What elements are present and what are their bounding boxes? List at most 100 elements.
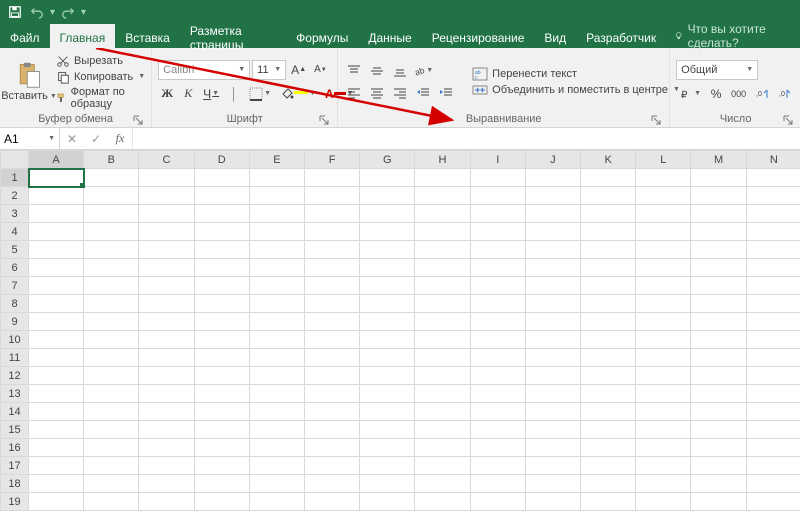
cell[interactable] — [305, 205, 360, 223]
fill-color-button[interactable]: ▼ — [277, 84, 319, 104]
cell[interactable] — [746, 475, 800, 493]
cell[interactable] — [415, 169, 470, 187]
cell[interactable] — [360, 205, 415, 223]
cell[interactable] — [139, 313, 194, 331]
column-header[interactable]: E — [249, 151, 304, 169]
cell[interactable] — [360, 385, 415, 403]
cell[interactable] — [415, 493, 470, 511]
cell[interactable] — [415, 295, 470, 313]
cell[interactable] — [636, 367, 691, 385]
cell[interactable] — [29, 313, 84, 331]
cell[interactable] — [415, 277, 470, 295]
cell[interactable] — [691, 349, 746, 367]
cell[interactable] — [360, 187, 415, 205]
column-header[interactable]: B — [84, 151, 139, 169]
row-header[interactable]: 5 — [1, 241, 29, 259]
cell[interactable] — [84, 457, 139, 475]
accounting-format-button[interactable]: ₽▼ — [676, 84, 704, 104]
format-painter-button[interactable]: Формат по образцу — [56, 86, 145, 110]
cell[interactable] — [581, 349, 636, 367]
cell[interactable] — [305, 367, 360, 385]
column-header[interactable]: A — [29, 151, 84, 169]
row-header[interactable]: 18 — [1, 475, 29, 493]
row-header[interactable]: 12 — [1, 367, 29, 385]
cell[interactable] — [194, 367, 249, 385]
cell[interactable] — [305, 421, 360, 439]
cell[interactable] — [691, 223, 746, 241]
cell[interactable] — [746, 403, 800, 421]
cell[interactable] — [691, 385, 746, 403]
shrink-font-button[interactable]: A▼ — [311, 60, 330, 80]
cell[interactable] — [691, 403, 746, 421]
cell[interactable] — [525, 439, 580, 457]
cell[interactable] — [249, 493, 304, 511]
cell[interactable] — [84, 439, 139, 457]
cell[interactable] — [249, 385, 304, 403]
cell[interactable] — [470, 385, 525, 403]
cell[interactable] — [249, 475, 304, 493]
column-header[interactable]: M — [691, 151, 746, 169]
bold-button[interactable]: Ж — [158, 84, 176, 104]
column-header[interactable]: G — [360, 151, 415, 169]
cell[interactable] — [249, 169, 304, 187]
cell[interactable] — [360, 295, 415, 313]
borders-button[interactable]: ▼ — [246, 84, 274, 104]
tab-view[interactable]: Вид — [534, 24, 576, 48]
cell[interactable] — [305, 349, 360, 367]
dialog-launcher-icon[interactable] — [651, 115, 661, 125]
cell[interactable] — [305, 241, 360, 259]
cell[interactable] — [139, 493, 194, 511]
cell[interactable] — [249, 367, 304, 385]
cell[interactable] — [746, 277, 800, 295]
cell[interactable] — [194, 439, 249, 457]
cell[interactable] — [746, 421, 800, 439]
decrease-indent-button[interactable] — [413, 84, 433, 102]
cell[interactable] — [746, 241, 800, 259]
cell[interactable] — [636, 385, 691, 403]
cell[interactable] — [581, 367, 636, 385]
cell[interactable] — [746, 331, 800, 349]
cell[interactable] — [194, 385, 249, 403]
cell[interactable] — [581, 313, 636, 331]
cell[interactable] — [249, 187, 304, 205]
tell-me-search[interactable]: Что вы хотите сделать? — [666, 24, 800, 48]
cell[interactable] — [84, 205, 139, 223]
cell[interactable] — [249, 295, 304, 313]
cell[interactable] — [305, 457, 360, 475]
cell[interactable] — [84, 295, 139, 313]
cell[interactable] — [470, 277, 525, 295]
cell[interactable] — [636, 403, 691, 421]
decrease-decimal-button[interactable]: ,0 — [775, 84, 795, 104]
cell[interactable] — [194, 241, 249, 259]
cell[interactable] — [581, 403, 636, 421]
cell[interactable] — [84, 493, 139, 511]
cell[interactable] — [305, 403, 360, 421]
cell[interactable] — [194, 475, 249, 493]
cell[interactable] — [84, 223, 139, 241]
cell[interactable] — [29, 331, 84, 349]
cell[interactable] — [84, 277, 139, 295]
cell[interactable] — [746, 367, 800, 385]
cell[interactable] — [360, 349, 415, 367]
cell[interactable] — [305, 187, 360, 205]
cell[interactable] — [194, 223, 249, 241]
cell[interactable] — [581, 205, 636, 223]
cell[interactable] — [691, 457, 746, 475]
cell[interactable] — [525, 349, 580, 367]
cell[interactable] — [360, 475, 415, 493]
cell[interactable] — [360, 277, 415, 295]
dialog-launcher-icon[interactable] — [319, 115, 329, 125]
cell[interactable] — [470, 349, 525, 367]
comma-format-button[interactable]: 000 — [728, 84, 749, 104]
cell[interactable] — [581, 439, 636, 457]
cell[interactable] — [305, 331, 360, 349]
align-center-button[interactable] — [367, 84, 387, 102]
grow-font-button[interactable]: A▲ — [288, 60, 309, 80]
row-header[interactable]: 15 — [1, 421, 29, 439]
row-header[interactable]: 4 — [1, 223, 29, 241]
cell[interactable] — [84, 385, 139, 403]
cell[interactable] — [139, 187, 194, 205]
cell[interactable] — [194, 457, 249, 475]
align-top-button[interactable] — [344, 62, 364, 80]
paste-button[interactable]: Вставить▼ — [6, 51, 52, 112]
